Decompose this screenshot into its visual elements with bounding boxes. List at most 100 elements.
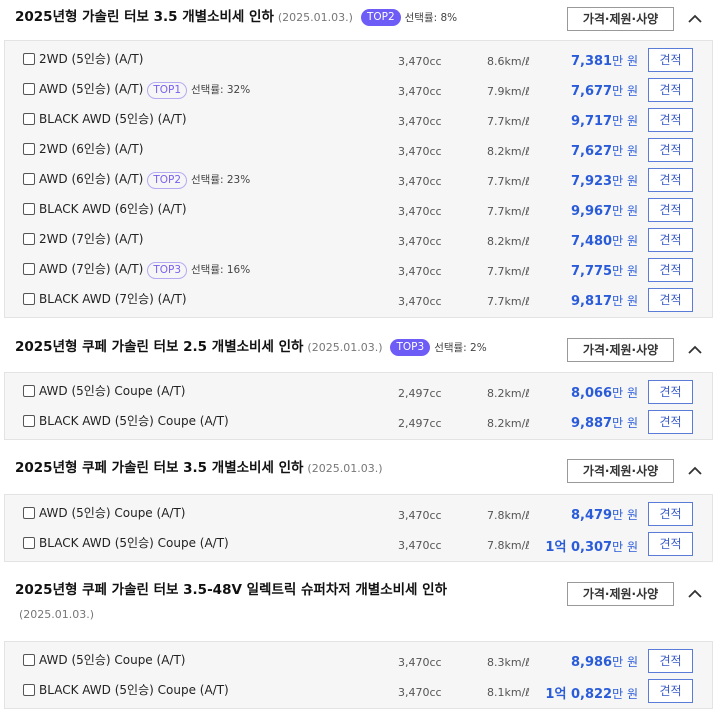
section-header: 2025년형 가솔린 터보 3.5 개별소비세 인하 (2025.01.03.) T… bbox=[0, 0, 720, 36]
price-value: 0,822 bbox=[570, 687, 613, 702]
section-header: 2025년형 쿠페 가솔린 터보 2.5 개별소비세 인하 (2025.01.03… bbox=[0, 326, 720, 370]
price-value: 8,986 bbox=[570, 655, 613, 670]
selection-rate: 선택률: 8% bbox=[404, 12, 458, 24]
displacement: 3,470cc bbox=[398, 85, 442, 98]
trim-checkbox[interactable] bbox=[23, 684, 35, 696]
trim-name[interactable]: AWD (6인승) (A/T) TOP2 선택률: 23% bbox=[39, 170, 250, 189]
price-unit: 만 원 bbox=[612, 540, 638, 554]
trim-checkbox[interactable] bbox=[23, 173, 35, 185]
fuel-efficiency: 8.2km/ℓ bbox=[487, 417, 530, 430]
trim-row: BLACK AWD (5인승) (A/T) 3,470cc 7.7km/ℓ 9,717… bbox=[5, 106, 712, 136]
estimate-button[interactable]: 견적 bbox=[648, 198, 693, 222]
estimate-button[interactable]: 견적 bbox=[648, 78, 693, 102]
trim-checkbox[interactable] bbox=[23, 113, 35, 125]
trim-checkbox[interactable] bbox=[23, 83, 35, 95]
displacement: 2,497cc bbox=[398, 417, 442, 430]
price-value: 7,677 bbox=[570, 84, 613, 99]
trim-row: AWD (5인승) Coupe (A/T) 3,470cc 7.8km/ℓ 8,479… bbox=[5, 500, 712, 530]
estimate-button[interactable]: 견적 bbox=[648, 502, 693, 526]
trim-row: 2WD (5인승) (A/T) 3,470cc 8.6km/ℓ 7,381만 원 견적 bbox=[5, 46, 712, 76]
section-title: 2025년형 쿠페 가솔린 터보 3.5 개별소비세 인하 (2025.01.03… bbox=[15, 457, 382, 480]
chevron-up-icon[interactable] bbox=[687, 11, 703, 27]
price-value: 9,887 bbox=[570, 416, 613, 431]
trim-checkbox[interactable] bbox=[23, 263, 35, 275]
trim-row: BLACK AWD (6인승) (A/T) 3,470cc 7.7km/ℓ 9,967… bbox=[5, 196, 712, 226]
displacement: 3,470cc bbox=[398, 295, 442, 308]
trim-checkbox[interactable] bbox=[23, 143, 35, 155]
chevron-up-icon[interactable] bbox=[687, 342, 703, 358]
estimate-button[interactable]: 견적 bbox=[648, 380, 693, 404]
trim-name[interactable]: AWD (5인승) (A/T) TOP1 선택률: 32% bbox=[39, 80, 250, 99]
trim-name[interactable]: AWD (7인승) (A/T) TOP3 선택률: 16% bbox=[39, 260, 250, 279]
chevron-up-icon[interactable] bbox=[687, 463, 703, 479]
price-spec-button[interactable]: 가격·제원·사양 bbox=[567, 338, 674, 362]
estimate-button[interactable]: 견적 bbox=[648, 108, 693, 132]
trim-name[interactable]: BLACK AWD (5인승) Coupe (A/T) bbox=[39, 534, 229, 552]
price: 8,986만 원 bbox=[571, 653, 638, 670]
price-spec-button[interactable]: 가격·제원·사양 bbox=[567, 7, 674, 31]
trim-name[interactable]: 2WD (7인승) (A/T) bbox=[39, 230, 143, 248]
estimate-button[interactable]: 견적 bbox=[648, 48, 693, 72]
price: 1억 0,822만 원 bbox=[545, 683, 638, 702]
top-rank-badge: TOP3 bbox=[390, 339, 431, 356]
displacement: 3,470cc bbox=[398, 509, 442, 522]
section-title-text: 2025년형 쿠페 가솔린 터보 3.5 개별소비세 인하 bbox=[15, 460, 304, 476]
trim-table: 2WD (5인승) (A/T) 3,470cc 8.6km/ℓ 7,381만 원 견적 A… bbox=[4, 40, 713, 318]
trim-checkbox[interactable] bbox=[23, 415, 35, 427]
trim-checkbox[interactable] bbox=[23, 507, 35, 519]
trim-name-text: AWD (6인승) (A/T) bbox=[39, 172, 144, 186]
trim-name[interactable]: BLACK AWD (7인승) (A/T) bbox=[39, 290, 187, 308]
trim-name[interactable]: AWD (5인승) Coupe (A/T) bbox=[39, 504, 185, 522]
price-spec-button[interactable]: 가격·제원·사양 bbox=[567, 459, 674, 483]
trim-section: 2025년형 가솔린 터보 3.5 개별소비세 인하 (2025.01.03.) T… bbox=[0, 0, 720, 318]
trim-name[interactable]: BLACK AWD (5인승) Coupe (A/T) bbox=[39, 681, 229, 699]
trim-row: AWD (7인승) (A/T) TOP3 선택률: 16% 3,470cc 7.7km/… bbox=[5, 256, 712, 286]
trim-name[interactable]: BLACK AWD (5인승) Coupe (A/T) bbox=[39, 412, 229, 430]
trim-row: AWD (6인승) (A/T) TOP2 선택률: 23% 3,470cc 7.7km/… bbox=[5, 166, 712, 196]
estimate-button[interactable]: 견적 bbox=[648, 138, 693, 162]
estimate-button[interactable]: 견적 bbox=[648, 649, 693, 673]
fuel-efficiency: 8.2km/ℓ bbox=[487, 235, 530, 248]
trim-name[interactable]: AWD (5인승) Coupe (A/T) bbox=[39, 382, 185, 400]
estimate-button[interactable]: 견적 bbox=[648, 258, 693, 282]
estimate-button[interactable]: 견적 bbox=[648, 288, 693, 312]
trim-name[interactable]: 2WD (5인승) (A/T) bbox=[39, 50, 143, 68]
trim-name[interactable]: BLACK AWD (6인승) (A/T) bbox=[39, 200, 187, 218]
trim-checkbox[interactable] bbox=[23, 203, 35, 215]
price-unit: 만 원 bbox=[612, 416, 638, 430]
price-spec-button[interactable]: 가격·제원·사양 bbox=[567, 582, 674, 606]
trim-name-text: AWD (5인승) (A/T) bbox=[39, 82, 144, 96]
price-unit: 만 원 bbox=[612, 234, 638, 248]
fuel-efficiency: 7.7km/ℓ bbox=[487, 295, 530, 308]
trim-section: 2025년형 쿠페 가솔린 터보 2.5 개별소비세 인하 (2025.01.03… bbox=[0, 326, 720, 440]
estimate-button[interactable]: 견적 bbox=[648, 228, 693, 252]
trim-checkbox[interactable] bbox=[23, 53, 35, 65]
trim-name[interactable]: 2WD (6인승) (A/T) bbox=[39, 140, 143, 158]
trim-name-text: BLACK AWD (5인승) Coupe (A/T) bbox=[39, 683, 229, 697]
estimate-button[interactable]: 견적 bbox=[648, 532, 693, 556]
trim-name[interactable]: AWD (5인승) Coupe (A/T) bbox=[39, 651, 185, 669]
chevron-up-icon[interactable] bbox=[687, 586, 703, 602]
trim-checkbox[interactable] bbox=[23, 233, 35, 245]
price: 1억 0,307만 원 bbox=[545, 536, 638, 555]
price-prefix: 1억 bbox=[545, 687, 567, 702]
section-date: (2025.01.03.) bbox=[307, 341, 383, 354]
selection-rate: 선택률: 2% bbox=[434, 342, 487, 354]
trim-checkbox[interactable] bbox=[23, 385, 35, 397]
trim-name-text: AWD (5인승) Coupe (A/T) bbox=[39, 506, 186, 520]
trim-row: BLACK AWD (5인승) Coupe (A/T) 3,470cc 7.8km/… bbox=[5, 530, 712, 560]
price-unit: 만 원 bbox=[612, 655, 638, 669]
price-value: 7,775 bbox=[570, 264, 613, 279]
fuel-efficiency: 8.6km/ℓ bbox=[487, 55, 530, 68]
fuel-efficiency: 7.7km/ℓ bbox=[487, 205, 530, 218]
trim-checkbox[interactable] bbox=[23, 293, 35, 305]
trim-name[interactable]: BLACK AWD (5인승) (A/T) bbox=[39, 110, 187, 128]
trim-section: 2025년형 쿠페 가솔린 터보 3.5 개별소비세 인하 (2025.01.03… bbox=[0, 448, 720, 562]
estimate-button[interactable]: 견적 bbox=[648, 168, 693, 192]
trim-checkbox[interactable] bbox=[23, 537, 35, 549]
estimate-button[interactable]: 견적 bbox=[648, 679, 693, 703]
estimate-button[interactable]: 견적 bbox=[648, 410, 693, 434]
top-rank-badge: TOP2 bbox=[147, 172, 188, 189]
top-rank-badge: TOP3 bbox=[147, 262, 188, 279]
trim-checkbox[interactable] bbox=[23, 654, 35, 666]
